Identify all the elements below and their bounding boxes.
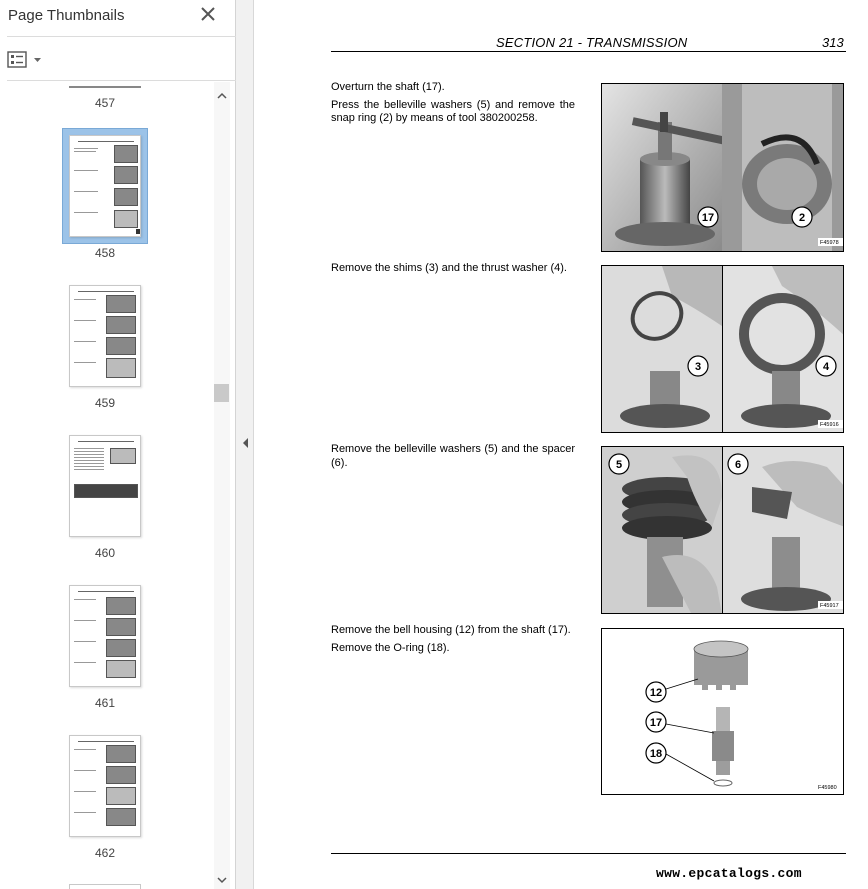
instruction-line: Overturn the shaft (17). [331,81,445,93]
panel-toolbar [0,40,236,78]
thumbnail-460[interactable]: 460 [0,426,214,566]
page-number: 313 [822,35,844,50]
section-header: SECTION 21 - TRANSMISSION [496,35,688,50]
figure-1-image: 17 2 F45978 [602,84,843,251]
thumbnail-459[interactable]: 459 [0,276,214,416]
figure-2: 3 4 F45916 [601,265,844,433]
figure-code: F45916 [820,422,839,428]
callout-label: 2 [799,212,805,224]
watermark-text: www.epcatalogs.com [656,866,802,881]
callout-label: 4 [823,361,830,373]
instruction-line: Press the belleville washers (5) and rem… [331,98,575,125]
figure-code: F45917 [820,603,839,609]
callout-label: 5 [616,459,622,471]
thumbnail-label: 458 [94,246,116,260]
thumbnail-page-image [69,585,141,687]
thumbnail-label: 459 [94,396,116,410]
step-2-text: Remove the shims (3) and the thrust wash… [331,262,575,276]
panel-splitter[interactable] [236,0,254,889]
footer-rule [331,853,846,854]
figure-1: 17 2 F45978 [601,83,844,252]
scroll-down-icon[interactable] [214,872,230,888]
header-rule [331,51,846,52]
collapse-panel-icon[interactable] [240,436,250,450]
figure-3: 5 6 F45917 [601,446,844,614]
thumbnail-457[interactable]: 457 [0,82,214,112]
step-4-text: Remove the bell housing (12) from the sh… [331,624,575,655]
thumbnail-label: 460 [94,546,116,560]
thumbnail-page-bottom [69,86,141,88]
callout-label: 3 [695,361,701,373]
thumbnail-page-image [69,135,141,237]
thumbnails-panel: Page Thumbnails 457 458 459 460 461 462 [0,0,251,889]
thumbnail-462[interactable]: 462 [0,726,214,866]
thumbnail-options-icon[interactable] [7,50,45,70]
thumbnail-458[interactable]: 458 [0,126,214,266]
instruction-line: Remove the belleville washers (5) and th… [331,443,575,469]
figure-4: 12 17 18 F45980 [601,628,844,795]
thumbnail-461[interactable]: 461 [0,576,214,716]
scroll-up-icon[interactable] [214,88,230,104]
thumbnail-page-image [69,435,141,537]
step-3-text: Remove the belleville washers (5) and th… [331,443,575,470]
thumbnail-page-image [69,735,141,837]
close-icon[interactable] [199,5,217,23]
instruction-line: Remove the shims (3) and the thrust wash… [331,262,567,274]
panel-title: Page Thumbnails [8,7,125,24]
thumbnail-label: 462 [94,846,116,860]
thumbnail-scrollbar[interactable] [214,82,230,889]
instruction-line: Remove the bell housing (12) from the sh… [331,624,571,636]
callout-label: 6 [735,459,741,471]
callout-label: 12 [650,687,662,699]
scrollbar-thumb[interactable] [214,384,229,402]
panel-divider [7,80,251,81]
thumbnail-label: 461 [94,696,116,710]
thumbnail-list[interactable]: 457 458 459 460 461 462 [0,82,214,889]
callout-label: 17 [650,717,662,729]
panel-divider [7,36,251,37]
callout-label: 18 [650,748,662,760]
thumbnail-page-next[interactable] [69,884,141,889]
figure-code: F45978 [820,240,839,246]
figure-4-image: 12 17 18 F45980 [645,640,837,791]
figure-2-image: 3 4 F45916 [602,266,843,432]
instruction-line: Remove the O-ring (18). [331,641,450,654]
figure-code: F45980 [818,785,837,791]
callout-label: 17 [702,212,714,224]
thumbnail-label: 457 [94,96,116,110]
thumbnail-page-image [69,285,141,387]
panel-header: Page Thumbnails [0,0,236,34]
figure-3-image: 5 6 F45917 [602,447,843,613]
step-1-text: Overturn the shaft (17). Press the belle… [331,81,575,126]
